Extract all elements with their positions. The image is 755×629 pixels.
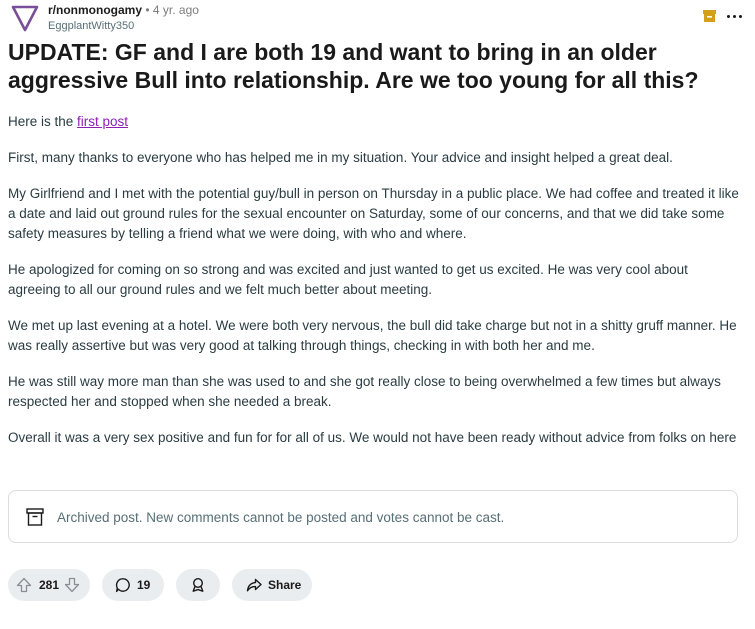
dot-icon (732, 14, 736, 18)
downvote-arrow-icon[interactable] (64, 577, 80, 593)
share-arrow-icon (246, 578, 262, 592)
intro-paragraph: Here is the first post (8, 112, 743, 132)
upvote-arrow-icon[interactable] (16, 577, 32, 593)
meta-separator: • (145, 3, 150, 17)
award-button[interactable] (176, 569, 220, 601)
intro-text: Here is the (8, 114, 78, 129)
subreddit-meta: r/nonmonogamy • 4 yr. ago (48, 3, 199, 17)
award-icon (192, 577, 204, 592)
body-paragraph: First, many thanks to everyone who has h… (8, 150, 673, 165)
body-paragraph: My Girlfriend and I met with the potenti… (8, 186, 739, 241)
body-paragraph: He apologized for coming on so strong an… (8, 262, 688, 297)
subreddit-avatar-icon[interactable] (10, 3, 40, 33)
share-label: Share (268, 578, 302, 592)
archived-notice: Archived post. New comments cannot be po… (8, 490, 738, 543)
dot-icon (726, 14, 730, 18)
vote-pill: 281 (8, 569, 90, 601)
comments-button[interactable]: 19 (102, 569, 164, 601)
dot-icon (738, 14, 742, 18)
body-paragraph: Overall it was a very sex positive and f… (8, 430, 737, 445)
body-paragraph: He was still way more man than she was u… (8, 374, 721, 409)
comment-bubble-icon (115, 578, 130, 593)
archive-box-icon (26, 508, 44, 526)
archive-icon (703, 10, 716, 22)
archived-text: Archived post. New comments cannot be po… (57, 510, 505, 525)
post-age: 4 yr. ago (152, 3, 199, 17)
post-action-bar: 281 19 Share (8, 569, 748, 601)
post-title: UPDATE: GF and I are both 19 and want to… (8, 39, 699, 93)
body-paragraph: We met up last evening at a hotel. We we… (8, 318, 737, 353)
post-header: r/nonmonogamy • 4 yr. ago EggplantWitty3… (8, 0, 748, 40)
post-author[interactable]: EggplantWitty350 (48, 20, 134, 32)
comment-count: 19 (137, 578, 151, 592)
share-button[interactable]: Share (232, 569, 312, 601)
first-post-link[interactable]: first post (77, 114, 128, 129)
subreddit-name[interactable]: r/nonmonogamy (48, 3, 142, 17)
post-body: Here is the first post First, many thank… (8, 112, 743, 464)
more-options-button[interactable] (723, 6, 745, 26)
vote-count: 281 (39, 578, 60, 592)
